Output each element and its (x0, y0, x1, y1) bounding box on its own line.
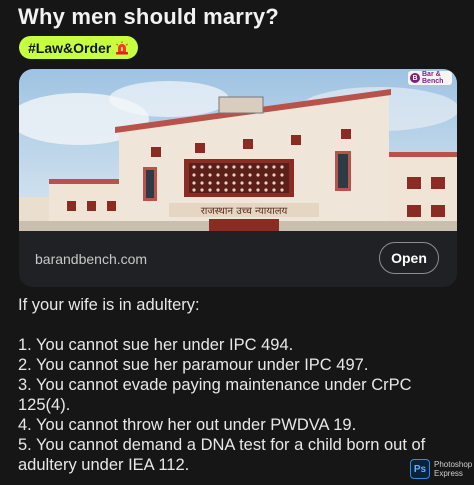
list-item: 4. You cannot throw her out under PWDVA … (18, 416, 357, 434)
post-body-intro: If your wife is in adultery: (18, 296, 200, 314)
photoshop-express-text: Photoshop Express (434, 460, 473, 478)
list-item: 5. You cannot demand a DNA test for a ch… (18, 436, 426, 474)
flair-tag[interactable]: #Law&Order (19, 36, 139, 59)
link-preview-image[interactable]: राजस्थान उच्च न्यायालय (19, 69, 457, 231)
bar-and-bench-logo-text: Bar & Bench (422, 71, 444, 85)
bar-and-bench-logo-mark: B (410, 73, 420, 83)
building-sign-text: राजस्थान उच्च न्यायालय (201, 206, 288, 217)
photoshop-express-icon: Ps (410, 459, 430, 479)
flair-tag-label: #Law&Order (28, 39, 112, 56)
siren-icon (115, 41, 129, 55)
open-link-button[interactable]: Open (379, 242, 439, 274)
list-item: 3. You cannot evade paying maintenance u… (18, 376, 412, 414)
list-item: 2. You cannot sue her paramour under IPC… (18, 356, 369, 374)
link-preview-footer: barandbench.com Open (19, 231, 457, 287)
link-domain[interactable]: barandbench.com (35, 251, 147, 267)
bar-and-bench-logo: B Bar & Bench (408, 71, 452, 85)
post-title: Why men should marry? (18, 4, 279, 29)
link-preview-card[interactable]: राजस्थान उच्च न्यायालय B Bar & Bench bar… (19, 69, 457, 287)
photoshop-express-watermark: Ps Photoshop Express (410, 459, 472, 479)
list-item: 1. You cannot sue her under IPC 494. (18, 336, 294, 354)
post-body: If your wife is in adultery: 1. You cann… (18, 295, 458, 475)
